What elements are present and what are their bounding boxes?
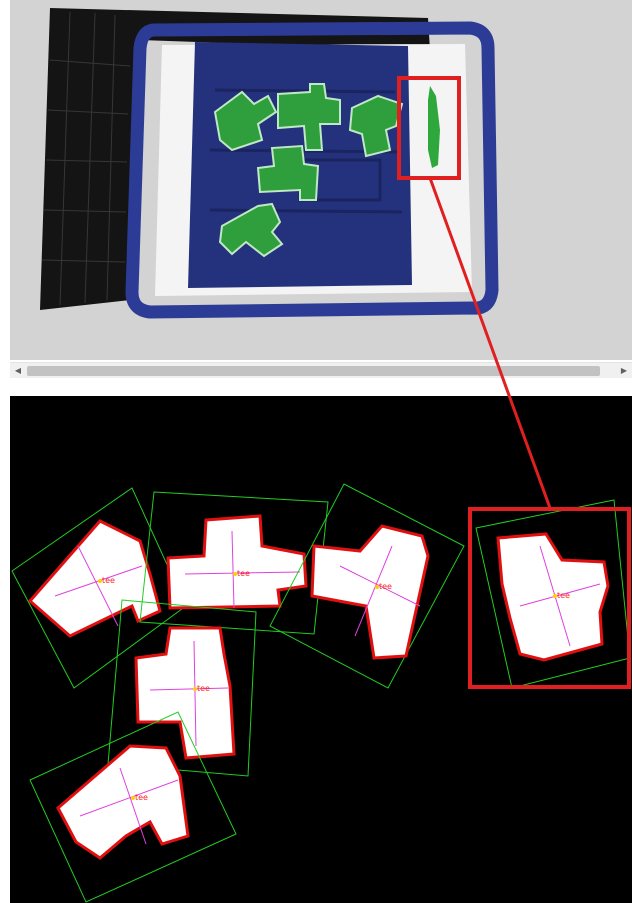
label-a: tee — [102, 576, 115, 585]
detection-render: tee tee tee tee tee tee — [11, 483, 631, 903]
scroll-right-arrow-icon[interactable]: ▶ — [616, 363, 632, 379]
label-c: tee — [379, 582, 392, 591]
label-d: tee — [557, 591, 570, 600]
contour-e — [134, 626, 236, 760]
label-b: tee — [237, 569, 250, 578]
point-cloud-viewer[interactable] — [10, 0, 632, 360]
scroll-left-arrow-icon[interactable]: ◀ — [10, 363, 26, 379]
label-f: tee — [135, 793, 148, 802]
contour-c — [310, 524, 430, 660]
horizontal-scrollbar[interactable]: ◀ ▶ — [10, 362, 632, 378]
point-cloud-render — [40, 8, 499, 319]
label-e: tee — [197, 684, 210, 693]
detected-object-d: tee — [475, 499, 631, 689]
contour-f — [56, 744, 190, 860]
scrollbar-thumb[interactable] — [27, 366, 600, 376]
detection-view: tee tee tee tee tee tee — [10, 396, 632, 903]
contour-b — [166, 514, 308, 610]
detected-object-b: tee — [139, 491, 329, 635]
